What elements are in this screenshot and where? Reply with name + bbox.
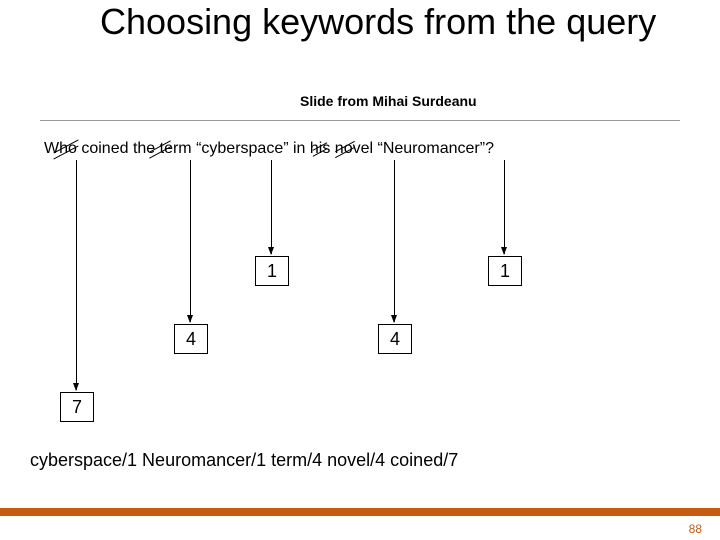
weight-box-coined: 7 — [60, 392, 94, 422]
query-text: Who coined the term “cyberspace” in his … — [44, 140, 494, 158]
weight-box-novel: 4 — [378, 324, 412, 354]
weight-box-cyberspace: 1 — [255, 256, 289, 286]
arrow-term — [190, 160, 191, 322]
footer-bar — [0, 508, 720, 516]
result-line: cyberspace/1 Neuromancer/1 term/4 novel/… — [30, 450, 458, 471]
arrow-coined — [76, 160, 77, 390]
slide-subtitle: Slide from Mihai Surdeanu — [300, 93, 477, 109]
weight-box-neuromancer: 1 — [488, 256, 522, 286]
weight-box-term: 4 — [174, 324, 208, 354]
arrow-neuromancer — [504, 160, 505, 254]
page-number: 88 — [689, 522, 702, 536]
divider — [40, 120, 680, 121]
slide-title: Choosing keywords from the query — [100, 0, 660, 43]
arrow-cyberspace — [271, 160, 272, 254]
arrow-novel — [394, 160, 395, 322]
